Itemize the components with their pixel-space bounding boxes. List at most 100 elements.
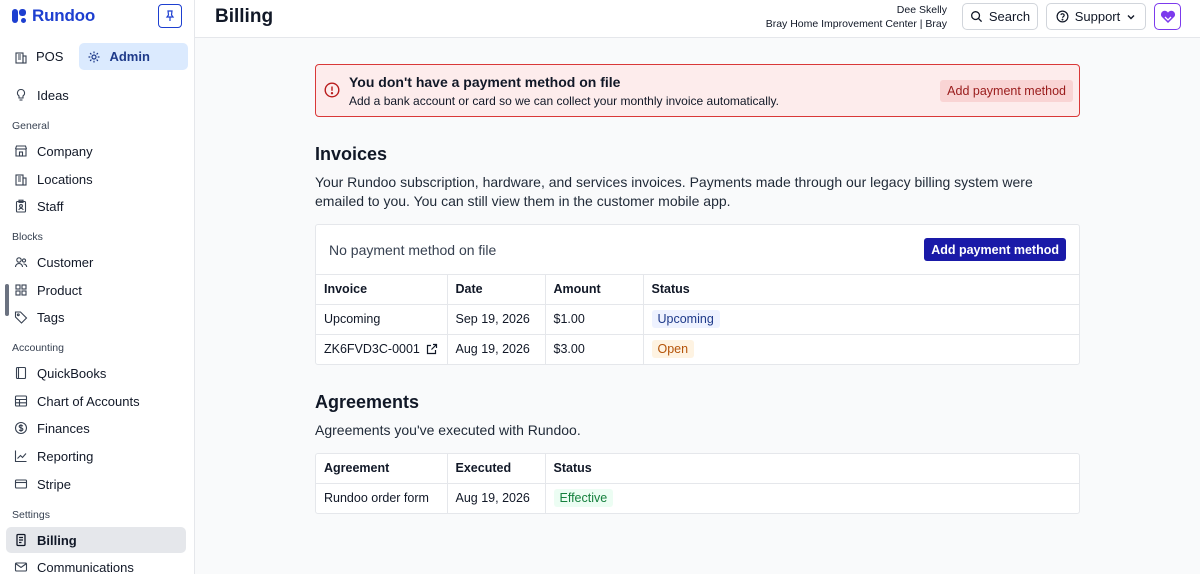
user-avatar-button[interactable] — [1154, 3, 1181, 30]
agreements-table: Agreement Executed Status Rundoo order f… — [316, 454, 1079, 513]
table-row[interactable]: Upcoming Sep 19, 2026 $1.00 Upcoming — [316, 304, 1079, 335]
sidebar: Rundoo POS Admin Ideas General Company L… — [0, 0, 195, 574]
sidebar-item-communications[interactable]: Communications — [6, 554, 186, 574]
invoices-heading: Invoices — [315, 144, 388, 164]
app-name: Rundoo — [32, 6, 95, 25]
sidebar-item-stripe[interactable]: Stripe — [6, 471, 186, 497]
alert-description: Add a bank account or card so we can col… — [349, 94, 779, 108]
sidebar-item-label: QuickBooks — [37, 365, 107, 381]
sidebar-item-company[interactable]: Company — [6, 138, 186, 164]
sidebar-item-chart-of-accounts[interactable]: Chart of Accounts — [6, 388, 186, 414]
receipt-icon — [16, 533, 26, 547]
agreements-heading: Agreements — [315, 392, 420, 412]
invoices-table: Invoice Date Amount Status Upcoming Sep … — [316, 275, 1079, 364]
grid-icon — [15, 284, 27, 296]
chevron-down-icon — [1127, 14, 1135, 19]
page-title: Billing — [215, 6, 274, 27]
pin-icon — [165, 10, 175, 21]
alert-title: You don't have a payment method on file — [349, 74, 621, 90]
sidebar-item-product[interactable]: Product — [6, 277, 186, 303]
section-blocks: Blocks — [12, 231, 43, 243]
invoice-link[interactable]: ZK6FVD3C-0001 — [324, 342, 438, 356]
sidebar-item-staff[interactable]: Staff — [6, 193, 186, 219]
sidebar-item-label: Locations — [37, 171, 93, 187]
add-payment-method-button[interactable]: Add payment method — [924, 238, 1066, 261]
search-button[interactable]: Search — [962, 3, 1038, 30]
status-cell: Upcoming — [643, 304, 1079, 335]
store-icon — [14, 145, 28, 157]
agreements-description: Agreements you've executed with Rundoo. — [315, 422, 581, 438]
payment-method-alert: You don't have a payment method on file … — [315, 64, 1080, 117]
user-name: Dee Skelly — [896, 4, 947, 16]
support-button[interactable]: Support — [1046, 3, 1146, 30]
sidebar-item-billing[interactable]: Billing — [6, 527, 186, 553]
nav-pos[interactable]: POS — [6, 43, 71, 70]
pin-sidebar-button[interactable] — [158, 4, 182, 28]
status-badge: Upcoming — [651, 310, 720, 328]
status-cell: Open — [643, 334, 1079, 364]
invoice-cell: Upcoming — [316, 304, 448, 335]
date-cell: Aug 19, 2026 — [447, 334, 546, 364]
table-row[interactable]: ZK6FVD3C-0001 Aug 19, 2026 $3.00 Open — [316, 334, 1079, 364]
book-icon — [15, 366, 27, 380]
amount-cell: $3.00 — [545, 334, 644, 364]
date-cell: Sep 19, 2026 — [447, 304, 546, 335]
heart-logo-icon — [1160, 10, 1175, 23]
sidebar-item-label: Tags — [37, 309, 65, 325]
user-organization: Bray Home Improvement Center | Bray — [765, 18, 947, 30]
section-general: General — [12, 120, 50, 132]
dollar-circle-icon — [14, 421, 28, 435]
invoices-description: Your Rundoo subscription, hardware, and … — [315, 174, 1033, 209]
nav-pos-label: POS — [36, 49, 64, 64]
mail-icon — [14, 562, 28, 572]
sidebar-item-label: Stripe — [37, 476, 71, 492]
column-header-executed: Executed — [447, 454, 546, 484]
search-button-label: Search — [988, 9, 1031, 24]
sidebar-item-ideas[interactable]: Ideas — [6, 82, 186, 108]
support-button-label: Support — [1074, 9, 1121, 24]
sidebar-item-label: Finances — [37, 420, 90, 436]
sidebar-item-quickbooks[interactable]: QuickBooks — [6, 360, 186, 386]
lightbulb-icon — [16, 88, 26, 101]
column-header-status: Status — [545, 454, 1079, 484]
user-info: Dee Skelly Bray Home Improvement Center … — [766, 3, 947, 31]
users-icon — [14, 257, 28, 268]
rundoo-logo-icon — [12, 9, 26, 23]
nav-admin[interactable]: Admin — [79, 43, 188, 70]
sidebar-item-tags[interactable]: Tags — [6, 304, 186, 330]
table-icon — [14, 395, 28, 407]
external-link-icon — [426, 344, 437, 355]
sidebar-item-label: Chart of Accounts — [37, 393, 140, 409]
search-icon — [970, 11, 982, 23]
sidebar-item-finances[interactable]: Finances — [6, 415, 186, 441]
agreement-cell: Rundoo order form — [316, 483, 448, 513]
app-logo[interactable]: Rundoo — [12, 5, 95, 27]
sidebar-item-label: Staff — [37, 198, 64, 214]
alert-add-payment-method-button[interactable]: Add payment method — [940, 80, 1073, 102]
credit-card-icon — [14, 479, 28, 489]
status-cell: Effective — [545, 483, 1079, 513]
sidebar-scroll-handle[interactable] — [5, 284, 9, 316]
help-circle-icon — [1056, 10, 1069, 23]
column-header-amount: Amount — [545, 275, 644, 305]
column-header-agreement: Agreement — [316, 454, 448, 484]
building-icon — [15, 174, 27, 186]
table-row[interactable]: Rundoo order form Aug 19, 2026 Effective — [316, 483, 1079, 513]
section-settings: Settings — [12, 509, 50, 521]
sidebar-item-locations[interactable]: Locations — [6, 166, 186, 192]
sidebar-item-label: Billing — [37, 532, 77, 548]
status-badge: Effective — [553, 489, 614, 508]
sidebar-item-reporting[interactable]: Reporting — [6, 443, 186, 469]
sidebar-item-customer[interactable]: Customer — [6, 249, 186, 275]
status-badge: Open — [651, 340, 695, 359]
clipboard-icon — [15, 199, 27, 213]
nav-admin-label: Admin — [109, 49, 150, 64]
sidebar-item-label: Product — [37, 282, 82, 298]
sidebar-item-label: Company — [37, 143, 93, 159]
payment-method-status: No payment method on file — [329, 242, 497, 258]
top-nav: POS Admin — [6, 43, 188, 70]
amount-cell: $1.00 — [545, 304, 644, 335]
column-header-date: Date — [447, 275, 546, 305]
section-accounting: Accounting — [12, 342, 64, 354]
table-header-row: Agreement Executed Status — [316, 454, 1079, 484]
